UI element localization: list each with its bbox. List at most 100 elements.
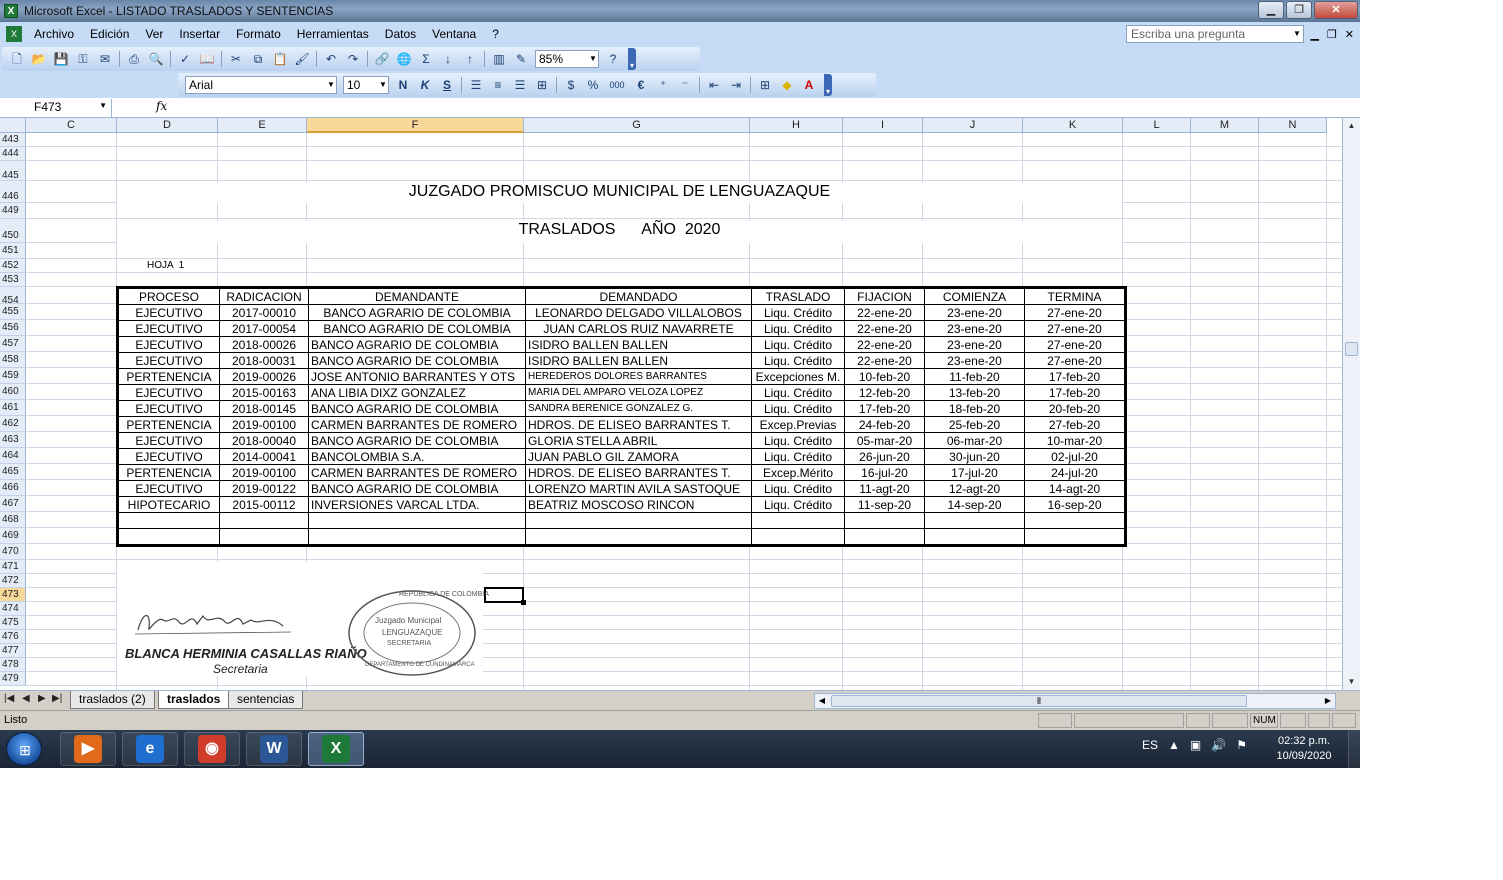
table-cell[interactable]: PERTENENCIA: [118, 464, 220, 481]
table-cell[interactable]: [1024, 512, 1125, 529]
table-cell[interactable]: 11-agt-20: [844, 480, 925, 497]
research-icon[interactable]: 📖: [199, 51, 215, 67]
table-header-cell[interactable]: FIJACION: [844, 288, 925, 305]
scroll-right-icon[interactable]: ▶: [1321, 694, 1335, 708]
column-header-k[interactable]: K: [1023, 118, 1123, 133]
table-cell[interactable]: [118, 512, 220, 529]
table-cell[interactable]: BANCO AGRARIO DE COLOMBIA: [308, 480, 526, 497]
restore-button[interactable]: ❐: [1286, 1, 1312, 19]
euro-button[interactable]: €: [633, 77, 649, 93]
column-header-n[interactable]: N: [1259, 118, 1327, 133]
fill-handle[interactable]: [521, 600, 526, 605]
table-cell[interactable]: 2019-00100: [219, 464, 309, 481]
table-cell[interactable]: ISIDRO BALLEN BALLEN: [525, 352, 752, 369]
doc-close-icon[interactable]: ✕: [1345, 28, 1354, 41]
sheet-tab[interactable]: sentencias: [228, 691, 304, 709]
row-header[interactable]: 477: [0, 644, 26, 658]
table-cell[interactable]: 22-ene-20: [844, 304, 925, 321]
row-header[interactable]: 469: [0, 528, 26, 544]
row-header[interactable]: 459: [0, 368, 26, 384]
format-painter-icon[interactable]: 🖌: [294, 51, 310, 67]
excel-app-icon[interactable]: X: [4, 4, 18, 18]
column-header-e[interactable]: E: [218, 118, 307, 133]
chart-wizard-icon[interactable]: ▥: [491, 51, 507, 67]
help-search-input[interactable]: Escriba una pregunta ▼: [1126, 25, 1304, 43]
table-header-cell[interactable]: RADICACION: [219, 288, 309, 305]
globe-icon[interactable]: 🌐: [396, 51, 412, 67]
table-cell[interactable]: 27-feb-20: [1024, 416, 1125, 433]
table-cell[interactable]: 06-mar-20: [924, 432, 1025, 449]
table-header-cell[interactable]: DEMANDANTE: [308, 288, 526, 305]
table-cell[interactable]: 20-feb-20: [1024, 400, 1125, 417]
table-cell[interactable]: 2018-00031: [219, 352, 309, 369]
table-cell[interactable]: 11-feb-20: [924, 368, 1025, 385]
row-header[interactable]: 466: [0, 480, 26, 496]
table-cell[interactable]: 2014-00041: [219, 448, 309, 465]
table-cell[interactable]: 17-feb-20: [1024, 368, 1125, 385]
menu-item[interactable]: Datos: [377, 27, 424, 41]
network-icon[interactable]: ▣: [1190, 738, 1201, 752]
table-cell[interactable]: BANCO AGRARIO DE COLOMBIA: [308, 320, 526, 337]
first-sheet-icon[interactable]: |◀: [4, 693, 14, 704]
chevron-down-icon[interactable]: ▼: [1291, 26, 1303, 42]
next-sheet-icon[interactable]: ▶: [38, 693, 46, 704]
table-header-cell[interactable]: PROCESO: [118, 288, 220, 305]
table-cell[interactable]: 2019-00100: [219, 416, 309, 433]
table-cell[interactable]: 23-ene-20: [924, 336, 1025, 353]
row-header[interactable]: 479: [0, 672, 26, 686]
table-cell[interactable]: 27-ene-20: [1024, 336, 1125, 353]
row-header[interactable]: 471: [0, 560, 26, 574]
table-cell[interactable]: 11-sep-20: [844, 496, 925, 513]
table-cell[interactable]: [308, 512, 526, 529]
scroll-up-icon[interactable]: ▲: [1343, 118, 1360, 134]
row-header[interactable]: 443: [0, 133, 26, 147]
row-header[interactable]: 452: [0, 259, 26, 273]
table-cell[interactable]: 2019-00026: [219, 368, 309, 385]
table-cell[interactable]: Liqu. Crédito: [751, 448, 845, 465]
table-cell[interactable]: Liqu. Crédito: [751, 336, 845, 353]
row-header[interactable]: 446: [0, 181, 26, 203]
row-header[interactable]: 473: [0, 588, 26, 602]
taskbar-app-chrome[interactable]: ◉: [184, 732, 240, 766]
print-preview-icon[interactable]: 🔍: [148, 51, 164, 67]
row-header[interactable]: 454: [0, 287, 26, 304]
table-cell[interactable]: HEREDEROS DOLORES BARRANTES: [525, 368, 752, 385]
row-header[interactable]: 460: [0, 384, 26, 400]
hyperlink-icon[interactable]: 🔗: [374, 51, 390, 67]
column-header-i[interactable]: I: [843, 118, 923, 133]
font-name-select[interactable]: Arial ▼: [185, 76, 337, 94]
table-cell[interactable]: CARMEN BARRANTES DE ROMERO: [308, 416, 526, 433]
taskbar-app-internet-explorer[interactable]: e: [122, 732, 178, 766]
table-cell[interactable]: JUAN CARLOS RUIZ NAVARRETE: [525, 320, 752, 337]
table-cell[interactable]: Liqu. Crédito: [751, 496, 845, 513]
column-header-h[interactable]: H: [750, 118, 843, 133]
table-cell[interactable]: GLORIA STELLA ABRIL: [525, 432, 752, 449]
doc-restore-icon[interactable]: ❐: [1327, 28, 1337, 41]
new-document-icon[interactable]: 🗋: [9, 51, 25, 67]
column-header-l[interactable]: L: [1123, 118, 1191, 133]
permission-icon[interactable]: ⚿: [75, 51, 91, 67]
table-cell[interactable]: 14-agt-20: [1024, 480, 1125, 497]
decrease-indent-icon[interactable]: ⇤: [706, 77, 722, 93]
chevron-down-icon[interactable]: ▼: [588, 51, 598, 67]
taskbar-app-media-player[interactable]: ▶: [60, 732, 116, 766]
table-cell[interactable]: CARMEN BARRANTES DE ROMERO: [308, 464, 526, 481]
decrease-decimal-icon[interactable]: ⁻: [677, 77, 693, 93]
table-cell[interactable]: 25-feb-20: [924, 416, 1025, 433]
table-cell[interactable]: 2018-00026: [219, 336, 309, 353]
table-cell[interactable]: 24-jul-20: [1024, 464, 1125, 481]
zoom-select[interactable]: 85% ▼: [535, 50, 599, 68]
table-cell[interactable]: 16-sep-20: [1024, 496, 1125, 513]
row-header[interactable]: 470: [0, 544, 26, 560]
menu-item[interactable]: Ventana: [424, 27, 484, 41]
row-header[interactable]: 464: [0, 448, 26, 464]
table-cell[interactable]: [308, 528, 526, 545]
prev-sheet-icon[interactable]: ◀: [22, 693, 30, 704]
column-header-g[interactable]: G: [524, 118, 750, 133]
toolbar-options-icon[interactable]: ▾: [628, 48, 636, 70]
increase-decimal-icon[interactable]: ⁺: [655, 77, 671, 93]
row-header[interactable]: 478: [0, 658, 26, 672]
table-cell[interactable]: 22-ene-20: [844, 352, 925, 369]
table-cell[interactable]: 13-feb-20: [924, 384, 1025, 401]
menu-item[interactable]: Edición: [82, 27, 137, 41]
